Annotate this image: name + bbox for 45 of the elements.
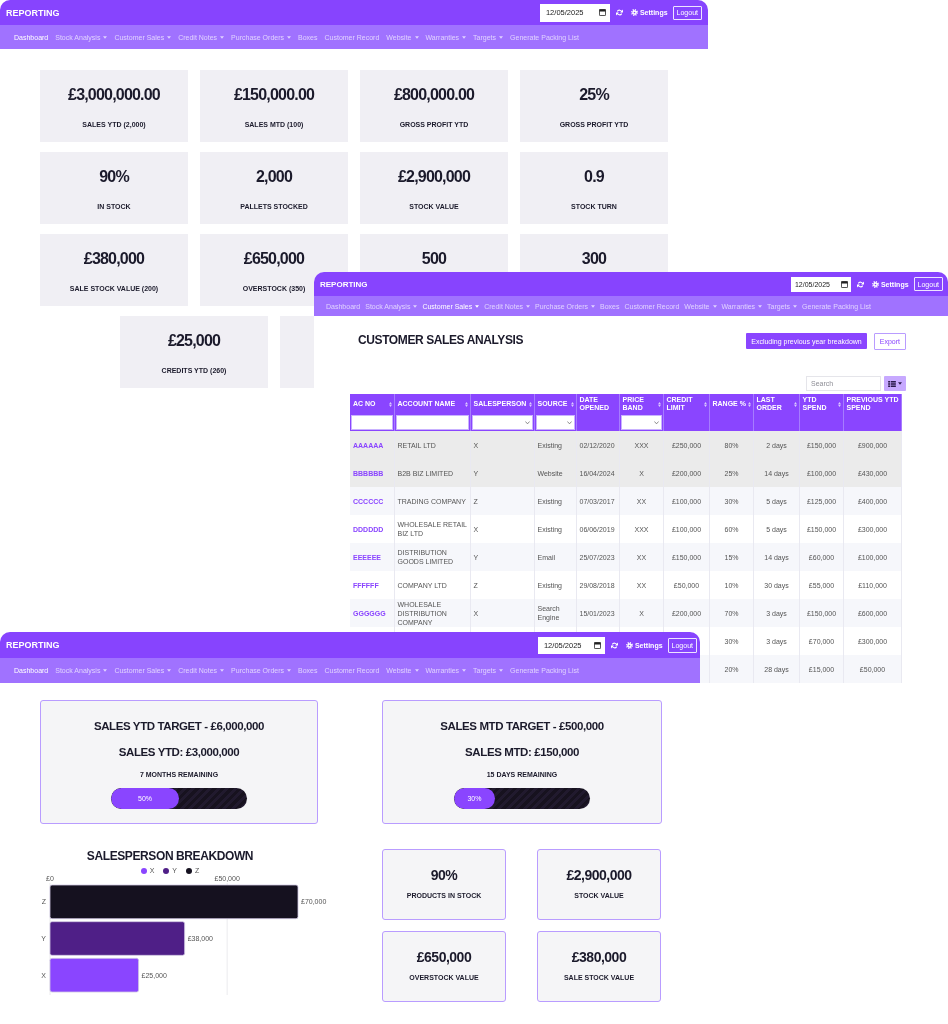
- stat-value: £650,000: [243, 250, 305, 268]
- filter-select[interactable]: [620, 415, 662, 430]
- settings-icon: [871, 280, 879, 288]
- chevron-icon: [524, 420, 530, 425]
- stat-value: £650,000: [416, 949, 472, 965]
- settings-icon: [625, 641, 633, 649]
- target-value: SALES YTD: £3,000,000: [118, 745, 240, 759]
- stat-value: 90%: [430, 867, 458, 883]
- target-title: SALES YTD TARGET - £6,000,000: [93, 719, 265, 733]
- stat-value: £800,000.00: [393, 86, 475, 104]
- stat-value: 500: [421, 250, 447, 268]
- settings-icon: [630, 9, 638, 16]
- stat-value: 0.9: [584, 168, 604, 186]
- refresh-icon[interactable]: [610, 641, 618, 649]
- brand-title: REPORTING: [320, 279, 368, 289]
- stat-value: £380,000: [571, 949, 627, 965]
- calendar-icon[interactable]: [593, 641, 601, 649]
- stat-value: £150,000.00: [233, 86, 315, 104]
- view-toggle-button[interactable]: [884, 376, 906, 391]
- calendar-icon[interactable]: [598, 9, 606, 16]
- stat-value: £380,000: [83, 250, 145, 268]
- caret-icon: [898, 382, 902, 385]
- refresh-icon[interactable]: [615, 9, 623, 16]
- list-icon: [888, 380, 896, 387]
- stat-value: £3,000,000.00: [68, 86, 160, 104]
- chart-title: SALESPERSON BREAKDOWN: [85, 849, 255, 863]
- stat-value: £2,900,000: [566, 867, 632, 883]
- target-value: SALES MTD: £150,000: [465, 745, 579, 759]
- filter-field[interactable]: [351, 415, 393, 430]
- brand-title: REPORTING: [6, 7, 60, 18]
- refresh-icon[interactable]: [856, 280, 864, 288]
- stat-value: £25,000: [167, 332, 221, 350]
- calendar-icon[interactable]: [840, 280, 848, 288]
- chevron-icon: [653, 420, 659, 425]
- filter-select[interactable]: [535, 415, 575, 430]
- filter-field[interactable]: [395, 415, 469, 430]
- target-title: SALES MTD TARGET - £500,000: [440, 719, 604, 733]
- page-title: CUSTOMER SALES ANALYSIS: [358, 332, 524, 348]
- stat-value: £2,900,000: [397, 168, 471, 186]
- stat-value: 25%: [579, 86, 609, 104]
- chevron-icon: [566, 420, 572, 425]
- stat-value: 300: [581, 250, 607, 268]
- stat-value: 90%: [99, 168, 129, 186]
- stat-value: 2,000: [255, 168, 292, 186]
- brand-title: REPORTING: [6, 640, 60, 650]
